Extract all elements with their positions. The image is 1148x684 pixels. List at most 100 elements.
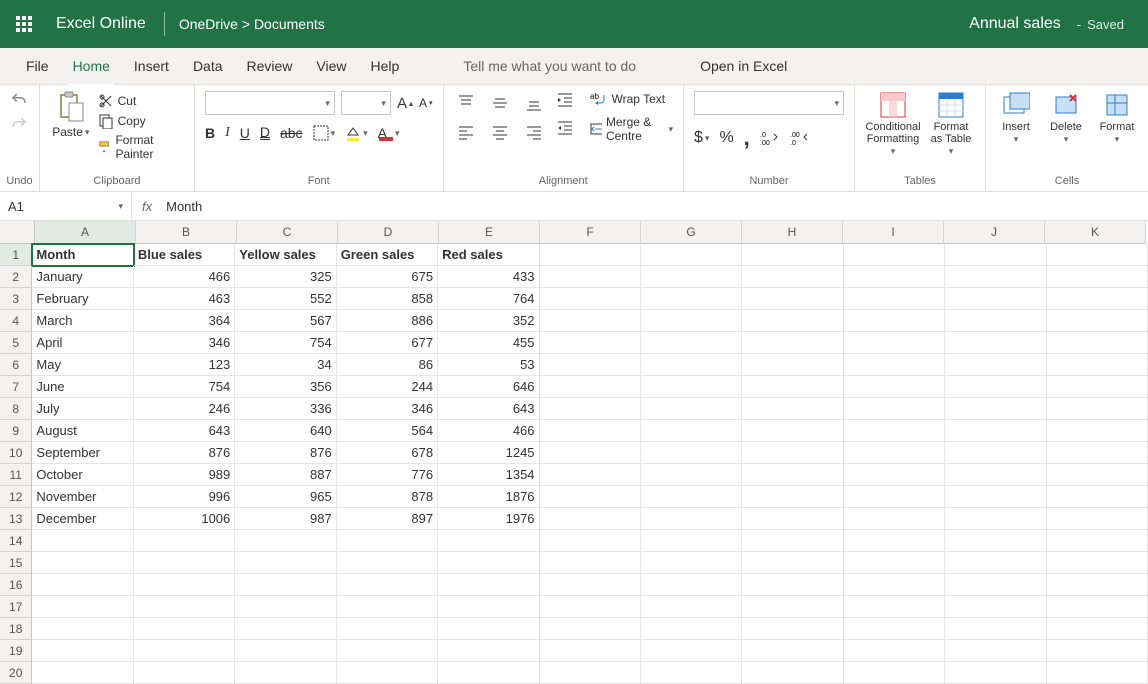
cell[interactable] [134,640,235,662]
row-header[interactable]: 3 [0,288,32,310]
cell[interactable] [945,442,1046,464]
cell[interactable] [1047,618,1148,640]
undo-button[interactable] [10,91,28,109]
row-header[interactable]: 2 [0,266,32,288]
cell[interactable]: 678 [337,442,438,464]
tab-insert[interactable]: Insert [122,48,181,84]
cell[interactable] [1047,310,1148,332]
cell[interactable] [945,640,1046,662]
cell[interactable] [540,354,641,376]
cell[interactable] [641,266,742,288]
paste-button[interactable]: Paste▾ [50,91,92,139]
row-header[interactable]: 11 [0,464,32,486]
cell[interactable]: Red sales [438,244,539,266]
cell[interactable]: 646 [438,376,539,398]
cell[interactable] [1047,332,1148,354]
cell[interactable] [945,464,1046,486]
cell[interactable]: 897 [337,508,438,530]
cell[interactable] [742,398,843,420]
cell[interactable] [32,596,133,618]
cell[interactable] [945,288,1046,310]
cell[interactable] [235,618,336,640]
cell[interactable] [235,530,336,552]
cell[interactable] [742,464,843,486]
cell[interactable] [742,640,843,662]
cell[interactable] [844,596,945,618]
conditional-formatting-button[interactable]: Conditional Formatting ▾ [865,91,921,157]
cell[interactable] [540,530,641,552]
breadcrumb-leaf[interactable]: Documents [254,16,325,32]
cell[interactable] [742,574,843,596]
cell[interactable] [742,530,843,552]
cell[interactable]: 640 [235,420,336,442]
cell[interactable] [540,244,641,266]
row-header[interactable]: 19 [0,640,32,662]
cell[interactable]: 336 [235,398,336,420]
cell[interactable] [641,618,742,640]
cell[interactable] [540,398,641,420]
redo-button[interactable] [10,115,28,133]
cell[interactable] [641,244,742,266]
cell[interactable] [641,310,742,332]
increase-decimal-button[interactable]: .0.00 [760,130,780,146]
row-header[interactable]: 10 [0,442,32,464]
comma-style-button[interactable]: , [744,125,750,151]
format-cells-button[interactable]: Format▾ [1096,91,1138,145]
cell[interactable]: 858 [337,288,438,310]
column-header[interactable]: C [237,221,338,244]
cell[interactable] [742,244,843,266]
cell[interactable] [742,596,843,618]
cell[interactable] [540,420,641,442]
format-as-table-button[interactable]: Format as Table ▾ [927,91,975,157]
cell[interactable] [134,662,235,684]
number-format-combo[interactable]: ▾ [694,91,844,115]
cell[interactable] [945,508,1046,530]
cell[interactable] [32,552,133,574]
tab-data[interactable]: Data [181,48,235,84]
font-color-button[interactable]: A▾ [378,125,400,141]
cell[interactable] [1047,288,1148,310]
row-header[interactable]: 13 [0,508,32,530]
cell[interactable] [337,640,438,662]
cell[interactable] [641,662,742,684]
row-header[interactable]: 8 [0,398,32,420]
cell[interactable] [1047,662,1148,684]
cell[interactable] [742,442,843,464]
cell[interactable] [742,266,843,288]
cell[interactable] [32,530,133,552]
spreadsheet-grid[interactable]: ABCDEFGHIJK1MonthBlue salesYellow salesG… [0,221,1148,684]
cell[interactable] [1047,640,1148,662]
cell[interactable] [844,310,945,332]
align-bottom-button[interactable] [522,91,546,115]
tab-file[interactable]: File [14,48,61,84]
cell[interactable]: July [32,398,133,420]
cell[interactable] [742,662,843,684]
align-center-button[interactable] [488,121,512,145]
fx-icon[interactable]: fx [132,199,162,214]
shrink-font-button[interactable]: A▾ [419,96,433,110]
cell[interactable] [945,662,1046,684]
underline-button[interactable]: U [240,125,250,141]
font-name-combo[interactable]: ▾ [205,91,335,115]
cell[interactable]: 53 [438,354,539,376]
cell[interactable] [438,662,539,684]
cell[interactable]: 965 [235,486,336,508]
delete-cells-button[interactable]: Delete▾ [1046,91,1086,145]
column-header[interactable]: H [742,221,843,244]
document-title[interactable]: Annual sales [969,15,1061,33]
cell[interactable] [844,486,945,508]
merge-center-button[interactable]: Merge & Centre▾ [590,115,674,143]
cell[interactable] [641,332,742,354]
cell[interactable]: November [32,486,133,508]
cell[interactable] [337,552,438,574]
cell[interactable]: 463 [134,288,235,310]
cell[interactable] [844,618,945,640]
column-header[interactable]: D [338,221,439,244]
cell[interactable] [844,376,945,398]
cell[interactable] [742,310,843,332]
cell[interactable] [844,244,945,266]
cell[interactable] [844,332,945,354]
cell[interactable] [742,486,843,508]
strikethrough-button[interactable]: abc [280,125,303,141]
row-header[interactable]: 9 [0,420,32,442]
